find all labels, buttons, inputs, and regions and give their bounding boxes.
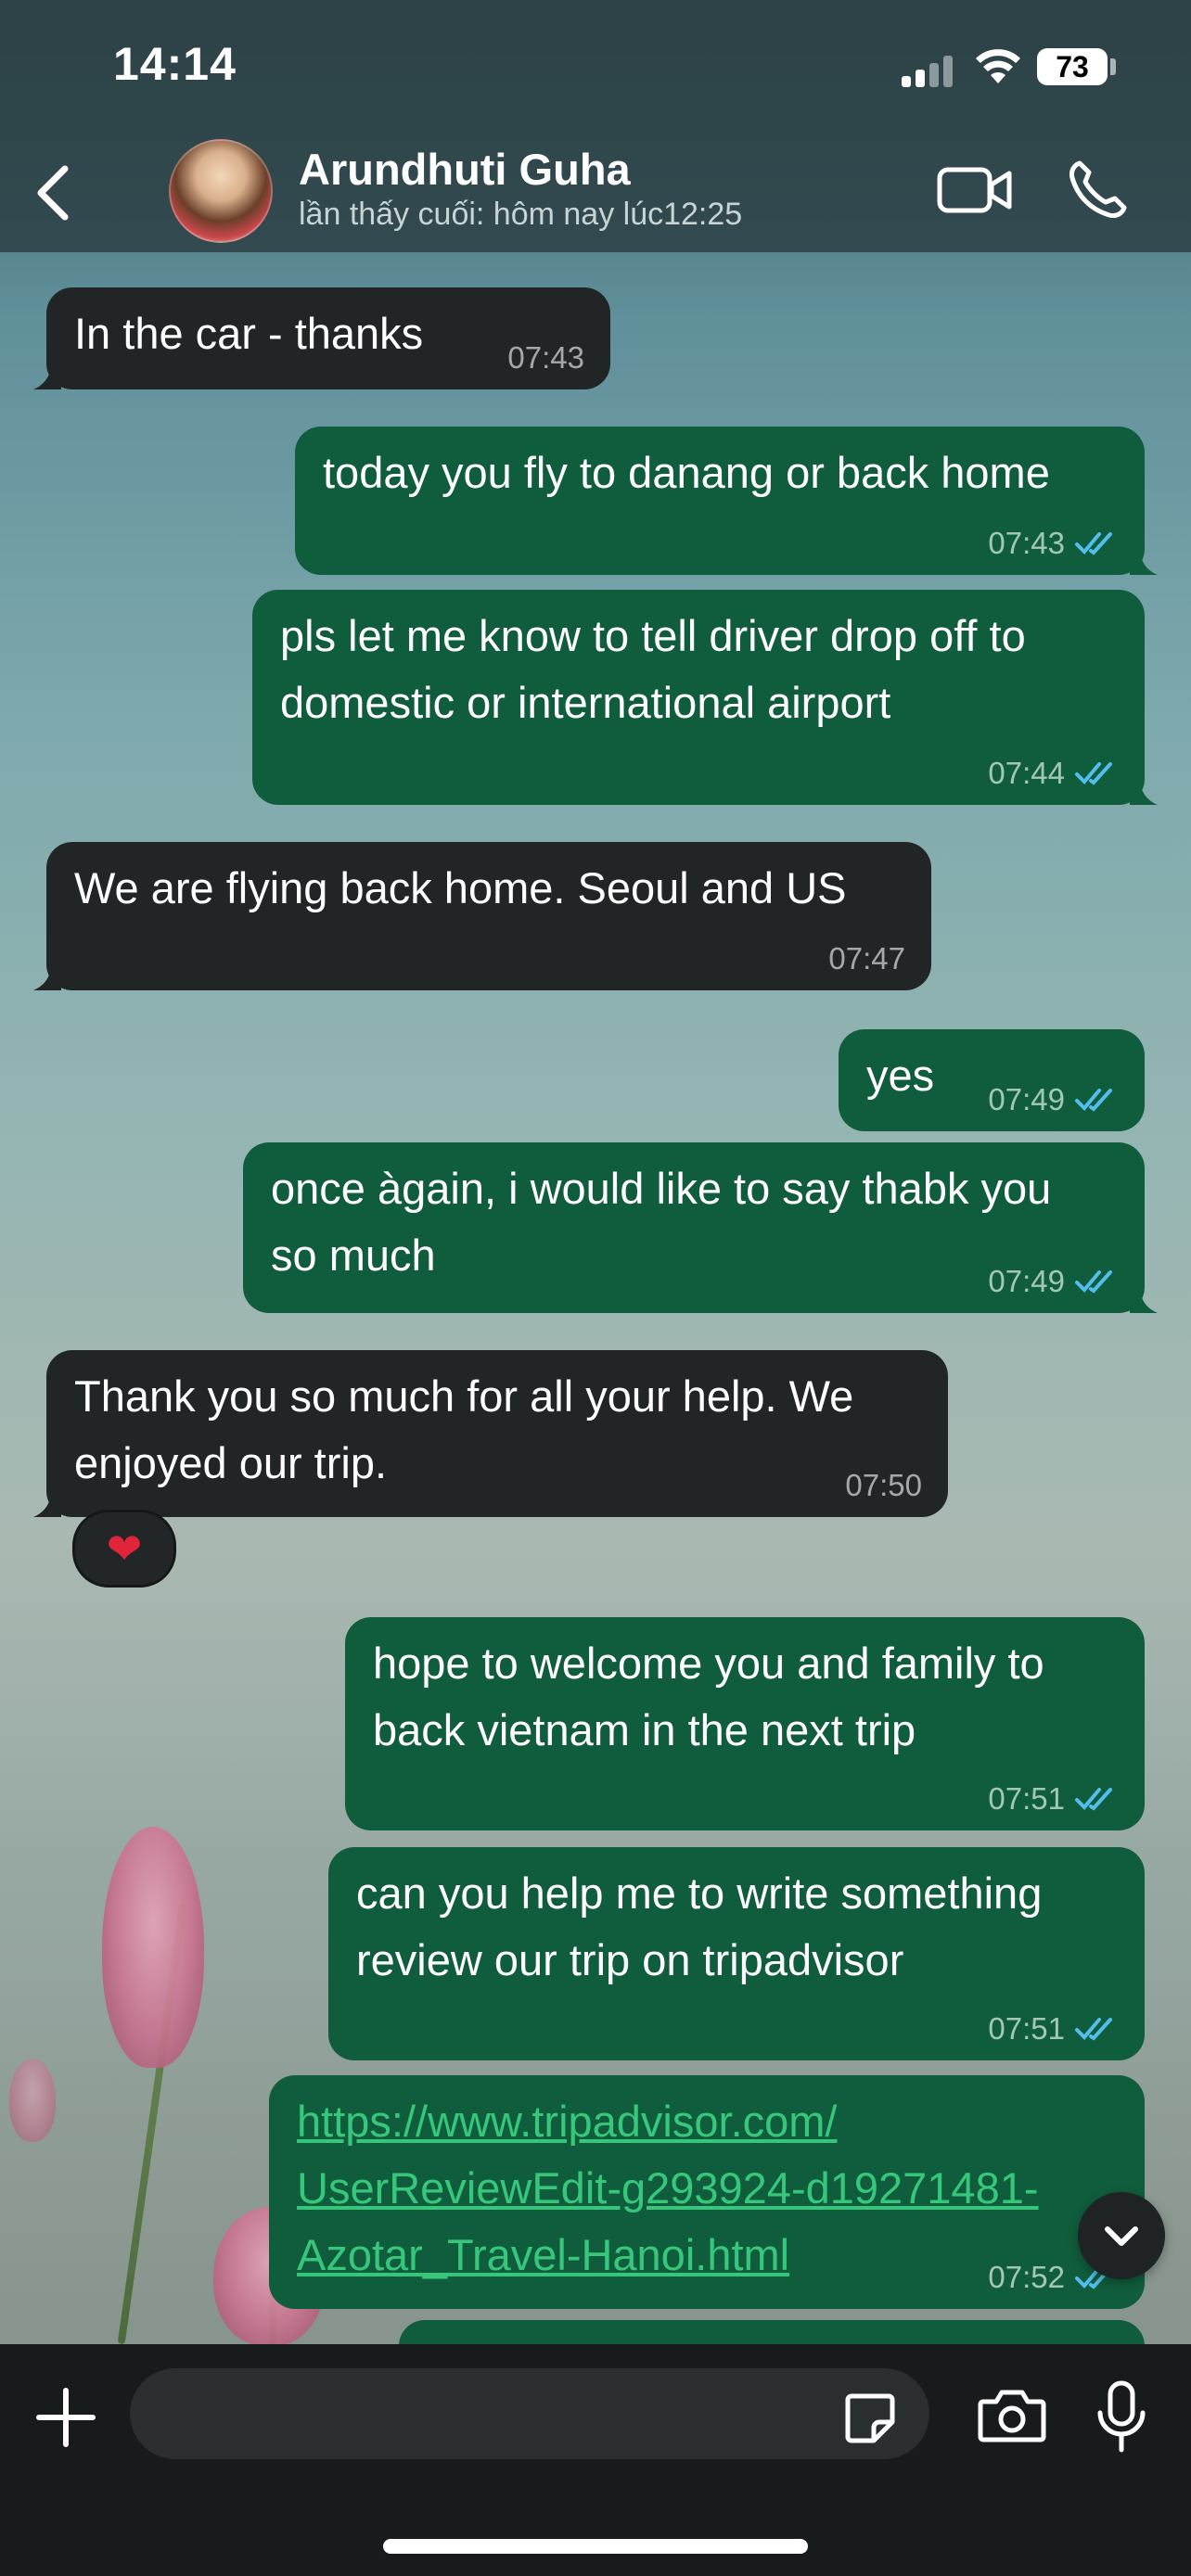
- message-meta: 07:51: [988, 1780, 1119, 1817]
- message-time: 07:49: [988, 1264, 1065, 1298]
- message-link[interactable]: https://www.tripadvisor.com/: [297, 2088, 1117, 2155]
- message-input[interactable]: [130, 2368, 929, 2459]
- message-bubble-incoming[interactable]: We are flying back home. Seoul and US 07…: [33, 842, 931, 990]
- sticker-icon[interactable]: [842, 2391, 898, 2446]
- message-meta: 07:49: [988, 1081, 1119, 1118]
- message-meta: 07:50: [845, 1467, 922, 1504]
- plus-icon[interactable]: [33, 2385, 98, 2450]
- message-meta: 07:43: [507, 339, 584, 376]
- message-bubble-outgoing[interactable]: today you fly to danang or back home 07:…: [295, 427, 1158, 575]
- message-text: We are flying back home. Seoul and US: [74, 863, 847, 912]
- message-line: once àgain, i would like to say thabk yo…: [271, 1164, 1052, 1213]
- message-time: 07:47: [828, 941, 905, 976]
- message-bubble-incoming[interactable]: Thank you so much for all your help. We …: [33, 1350, 948, 1517]
- bubble-tail: [33, 1491, 61, 1517]
- battery-tip: [1110, 58, 1116, 75]
- message-meta: 07:43: [988, 525, 1119, 562]
- phone-icon[interactable]: [1065, 158, 1130, 223]
- wifi-icon: [976, 49, 1020, 83]
- bubble-tail: [1130, 549, 1158, 575]
- double-check-icon: [1075, 532, 1112, 555]
- contact-name[interactable]: Arundhuti Guha: [299, 144, 631, 195]
- message-time: 07:44: [988, 756, 1065, 790]
- double-check-icon: [1075, 1089, 1112, 1112]
- message-bubble-outgoing[interactable]: https://www.tripadvisor.com/ UserReviewE…: [269, 2075, 1145, 2309]
- message-bubble-outgoing[interactable]: yes 07:49: [839, 1029, 1145, 1131]
- double-check-icon: [1075, 1270, 1112, 1294]
- message-time: 07:50: [845, 1468, 922, 1502]
- message-line: Thank you so much for all your help. We: [74, 1371, 854, 1421]
- message-time: 07:43: [988, 526, 1065, 560]
- microphone-icon[interactable]: [1095, 2379, 1148, 2454]
- avatar[interactable]: [169, 139, 273, 243]
- message-bubble-outgoing[interactable]: pls let me know to tell driver drop off …: [252, 590, 1158, 805]
- double-check-icon: [1075, 2018, 1112, 2041]
- status-time: 14:14: [113, 38, 237, 90]
- battery-icon: 73: [1037, 48, 1108, 85]
- message-link[interactable]: UserReviewEdit-g293924-d19271481-: [297, 2155, 1117, 2222]
- message-line: pls let me know to tell driver drop off …: [280, 611, 1026, 660]
- message-line: domestic or international airport: [280, 678, 891, 727]
- bubble-tail: [1130, 1287, 1158, 1313]
- message-line: back vietnam in the next trip: [373, 1705, 916, 1754]
- status-bar: 14:14 73: [0, 0, 1191, 130]
- message-bubble-outgoing[interactable]: can you help me to write something revie…: [328, 1847, 1145, 2060]
- cellular-signal-icon: [902, 56, 954, 87]
- bubble-tail: [33, 363, 61, 389]
- last-seen-status: lần thấy cuối: hôm nay lúc12:25: [299, 197, 743, 232]
- video-call-icon[interactable]: [937, 165, 1013, 215]
- message-bubble-outgoing[interactable]: hope to welcome you and family to back v…: [345, 1617, 1145, 1830]
- message-time: 07:51: [988, 2011, 1065, 2046]
- home-indicator[interactable]: [383, 2539, 808, 2554]
- message-meta: 07:51: [988, 2010, 1119, 2047]
- message-time: 07:51: [988, 1781, 1065, 1816]
- message-meta: 07:47: [828, 940, 905, 977]
- double-check-icon: [1075, 762, 1112, 785]
- heart-reaction-icon[interactable]: ❤: [72, 1510, 176, 1588]
- message-bubble-outgoing[interactable]: once àgain, i would like to say thabk yo…: [243, 1142, 1158, 1313]
- message-text: In the car - thanks: [74, 309, 424, 358]
- message-text: today you fly to danang or back home: [323, 448, 1050, 497]
- message-meta: 07:49: [988, 1263, 1119, 1300]
- double-check-icon: [1075, 1788, 1112, 1811]
- camera-icon[interactable]: [978, 2387, 1046, 2444]
- message-bubble-incoming[interactable]: In the car - thanks 07:43: [33, 287, 610, 389]
- message-line: enjoyed our trip.: [74, 1438, 388, 1487]
- back-chevron-icon[interactable]: [28, 156, 83, 230]
- message-line: review our trip on tripadvisor: [356, 1935, 904, 1984]
- flower-blossom: [102, 1827, 204, 2068]
- message-text: yes: [866, 1051, 935, 1100]
- message-line: hope to welcome you and family to: [373, 1639, 1044, 1688]
- message-time: 07:49: [988, 1082, 1065, 1116]
- message-meta: 07:44: [988, 755, 1119, 792]
- bubble-tail: [33, 964, 61, 990]
- flower-blossom: [9, 2059, 56, 2142]
- message-time: 07:43: [507, 340, 584, 375]
- message-line: can you help me to write something: [356, 1868, 1043, 1918]
- scroll-down-button[interactable]: [1078, 2192, 1165, 2279]
- message-time: 07:52: [988, 2260, 1065, 2294]
- bubble-tail: [1130, 779, 1158, 805]
